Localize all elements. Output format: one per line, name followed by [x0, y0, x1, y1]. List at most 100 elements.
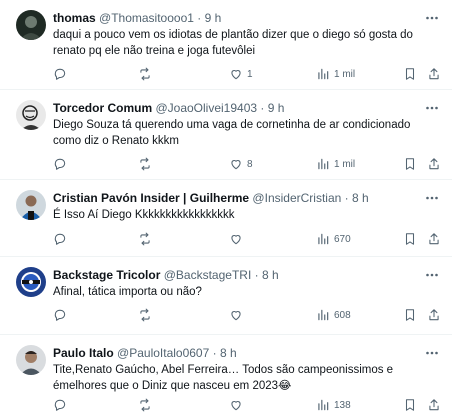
view-count: 138	[334, 399, 351, 411]
retweet-button[interactable]	[138, 154, 156, 174]
bookmark-icon	[403, 308, 417, 322]
tweet[interactable]: Backstage Tricolor @BackstageTRI · 8 h A…	[0, 257, 452, 335]
share-icon	[427, 232, 441, 246]
avatar[interactable]	[16, 100, 46, 130]
bookmark-button[interactable]	[403, 64, 417, 84]
tweet-actions: 670	[0, 229, 452, 249]
user-handle[interactable]: @BackstageTRI	[164, 268, 252, 282]
views-button[interactable]: 1 mil	[316, 64, 355, 84]
reply-button[interactable]	[53, 305, 71, 325]
tweet-text-line: Tite,Renato Gaúcho, Abel Ferreira… Todos…	[53, 364, 394, 376]
tweet[interactable]: Cristian Pavón Insider | Guilherme @Insi…	[0, 180, 452, 257]
retweet-button[interactable]	[138, 395, 156, 415]
bookmark-button[interactable]	[403, 154, 417, 174]
tweet[interactable]: Torcedor Comum @JoaoOlivei19403 · 9 h Di…	[0, 90, 452, 180]
user-handle[interactable]: @InsiderCristian	[252, 191, 341, 205]
like-button[interactable]: 8	[229, 154, 253, 174]
view-count: 608	[334, 309, 351, 321]
bookmark-icon	[403, 67, 417, 81]
like-button[interactable]	[229, 229, 247, 249]
reply-icon	[53, 232, 67, 246]
share-icon	[427, 67, 441, 81]
display-name[interactable]: Backstage Tricolor	[53, 268, 160, 282]
reply-button[interactable]	[53, 154, 71, 174]
more-icon[interactable]	[424, 345, 440, 361]
retweet-button[interactable]	[138, 229, 156, 249]
separator-dot: ·	[260, 101, 265, 115]
avatar[interactable]	[16, 267, 46, 297]
more-icon[interactable]	[424, 10, 440, 26]
timestamp[interactable]: 9 h	[268, 101, 285, 115]
timestamp[interactable]: 8 h	[220, 346, 237, 360]
bookmark-icon	[403, 157, 417, 171]
tweet-text-line: como diz o Renato kkkm	[53, 135, 179, 147]
bookmark-button[interactable]	[403, 229, 417, 249]
timestamp[interactable]: 8 h	[352, 191, 369, 205]
like-button[interactable]	[229, 395, 247, 415]
views-icon	[316, 398, 330, 412]
reply-button[interactable]	[53, 229, 71, 249]
tweet-header: Torcedor Comum @JoaoOlivei19403 · 9 h	[53, 101, 412, 116]
tweet-header: thomas @Thomasitoooo1 · 9 h	[53, 11, 412, 26]
more-icon[interactable]	[424, 190, 440, 206]
share-icon	[427, 157, 441, 171]
views-button[interactable]: 670	[316, 229, 351, 249]
tweet[interactable]: thomas @Thomasitoooo1 · 9 h daqui a pouc…	[0, 0, 452, 90]
tweet[interactable]: Paulo Italo @PauloItalo0607 · 8 h Tite,R…	[0, 335, 452, 419]
user-handle[interactable]: @PauloItalo0607	[117, 346, 209, 360]
share-button[interactable]	[427, 229, 441, 249]
views-icon	[316, 157, 330, 171]
separator-dot: ·	[197, 11, 202, 25]
tweet-actions: 608	[0, 305, 452, 325]
views-button[interactable]: 1 mil	[316, 154, 355, 174]
separator-dot: ·	[212, 346, 217, 360]
retweet-icon	[138, 398, 152, 412]
share-button[interactable]	[427, 305, 441, 325]
separator-dot: ·	[344, 191, 349, 205]
tweet-text-line: émelhores que o Diniz que nasceu em 2023…	[53, 380, 292, 392]
tweet-text-line: daqui a pouco vem os idiotas de plantão …	[53, 29, 413, 41]
avatar[interactable]	[16, 190, 46, 220]
share-button[interactable]	[427, 395, 441, 415]
like-icon	[229, 232, 243, 246]
avatar[interactable]	[16, 345, 46, 375]
like-button[interactable]: 1	[229, 64, 253, 84]
retweet-button[interactable]	[138, 64, 156, 84]
views-button[interactable]: 138	[316, 395, 351, 415]
tweet-text: Afinal, tática importa ou não?	[53, 284, 423, 300]
share-button[interactable]	[427, 154, 441, 174]
user-handle[interactable]: @Thomasitoooo1	[99, 11, 194, 25]
tweet-text: É Isso Aí Diego Kkkkkkkkkkkkkkkkk	[53, 207, 423, 223]
retweet-button[interactable]	[138, 305, 156, 325]
bookmark-button[interactable]	[403, 395, 417, 415]
reply-button[interactable]	[53, 64, 71, 84]
timestamp[interactable]: 9 h	[205, 11, 222, 25]
more-icon[interactable]	[424, 100, 440, 116]
reply-icon	[53, 308, 67, 322]
user-handle[interactable]: @JoaoOlivei19403	[155, 101, 257, 115]
like-button[interactable]	[229, 305, 247, 325]
more-icon[interactable]	[424, 267, 440, 283]
share-icon	[427, 398, 441, 412]
view-count: 1 mil	[334, 158, 356, 170]
separator-dot: ·	[254, 268, 259, 282]
view-count: 670	[334, 233, 351, 245]
views-icon	[316, 67, 330, 81]
bookmark-button[interactable]	[403, 305, 417, 325]
share-button[interactable]	[427, 64, 441, 84]
retweet-icon	[138, 232, 152, 246]
retweet-icon	[138, 67, 152, 81]
avatar[interactable]	[16, 10, 46, 40]
tweet-text: daqui a pouco vem os idiotas de plantão …	[53, 27, 423, 59]
display-name[interactable]: Cristian Pavón Insider | Guilherme	[53, 191, 249, 205]
timestamp[interactable]: 8 h	[262, 268, 279, 282]
display-name[interactable]: Paulo Italo	[53, 346, 114, 360]
reply-button[interactable]	[53, 395, 71, 415]
tweet-text-line: É Isso Aí Diego Kkkkkkkkkkkkkkkkk	[53, 209, 235, 221]
tweet-text: Tite,Renato Gaúcho, Abel Ferreira… Todos…	[53, 362, 423, 394]
tweet-header: Backstage Tricolor @BackstageTRI · 8 h	[53, 268, 412, 283]
display-name[interactable]: Torcedor Comum	[53, 101, 152, 115]
views-button[interactable]: 608	[316, 305, 351, 325]
tweet-feed: thomas @Thomasitoooo1 · 9 h daqui a pouc…	[0, 0, 452, 419]
display-name[interactable]: thomas	[53, 11, 96, 25]
